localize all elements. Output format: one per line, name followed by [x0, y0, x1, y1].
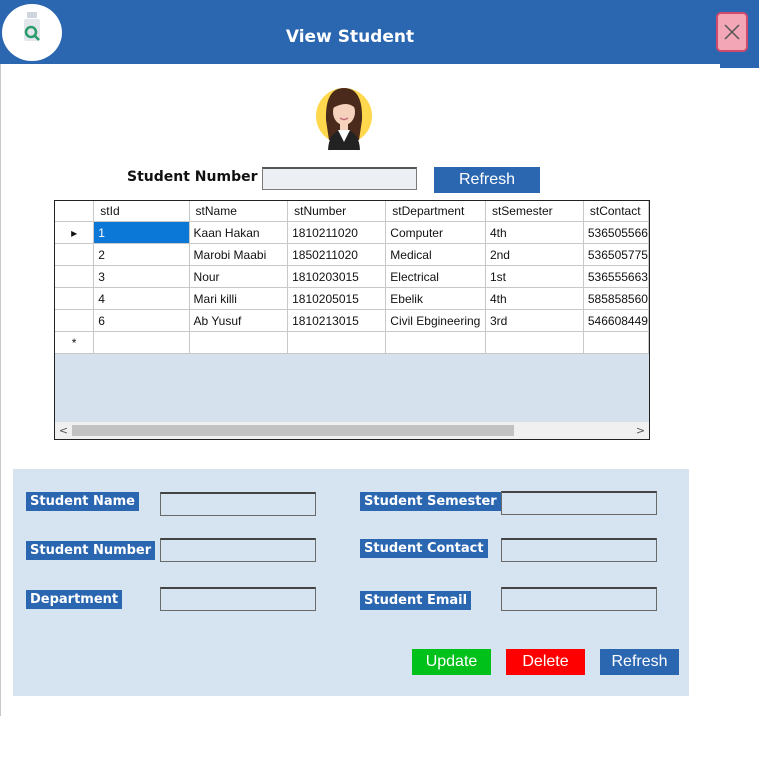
table-row[interactable]: 6 Ab Yusuf 1810213015 Civil Ebgineering … [55, 309, 649, 332]
current-row-indicator[interactable]: ▸ [55, 221, 95, 244]
table-cell[interactable] [287, 331, 387, 354]
table-row[interactable]: 3 Nour 1810203015 Electrical 1st 5365556… [55, 265, 649, 288]
table-cell[interactable]: 1810203015 [287, 265, 387, 288]
table-row[interactable]: 4 Mari killi 1810205015 Ebelik 4th 58585… [55, 287, 649, 310]
table-cell[interactable]: 585858560 [583, 287, 649, 310]
column-header-stdepartment[interactable]: stDepartment [385, 201, 486, 222]
table-cell[interactable]: 536555663 [583, 265, 649, 288]
row-header[interactable] [55, 243, 95, 266]
table-cell[interactable]: 4 [93, 287, 190, 310]
table-cell[interactable]: Electrical [385, 265, 486, 288]
student-search-icon [2, 4, 62, 61]
table-cell[interactable]: 4th [485, 221, 584, 244]
table-cell[interactable]: 1810213015 [287, 309, 387, 332]
student-name-label: Student Name [26, 492, 139, 511]
column-header-stname[interactable]: stName [189, 201, 289, 222]
column-header-stnumber[interactable]: stNumber [287, 201, 387, 222]
new-row-indicator[interactable]: * [55, 331, 95, 354]
grid-corner-cell[interactable] [55, 201, 95, 222]
student-contact-label: Student Contact [360, 539, 488, 558]
student-contact-field[interactable] [501, 538, 657, 562]
department-field[interactable] [160, 587, 316, 611]
column-header-stid[interactable]: stId [93, 201, 190, 222]
table-cell[interactable]: 2 [93, 243, 190, 266]
table-cell[interactable]: 536505566 [583, 221, 649, 244]
table-cell[interactable]: Kaan Hakan [189, 221, 289, 244]
table-cell[interactable]: Marobi Maabi [189, 243, 289, 266]
table-cell[interactable] [583, 331, 649, 354]
table-cell[interactable]: Computer [385, 221, 486, 244]
table-cell[interactable]: 1810205015 [287, 287, 387, 310]
refresh-button[interactable]: Refresh [600, 649, 679, 675]
close-button[interactable] [716, 12, 748, 52]
scroll-left-icon[interactable]: < [55, 422, 72, 439]
student-email-label: Student Email [360, 591, 472, 610]
student-name-field[interactable] [160, 492, 316, 516]
table-cell[interactable] [385, 331, 486, 354]
student-email-field[interactable] [501, 587, 657, 611]
window-border [0, 64, 1, 716]
row-header[interactable] [55, 265, 95, 288]
delete-button[interactable]: Delete [506, 649, 585, 675]
new-row[interactable]: * [55, 331, 649, 354]
table-cell[interactable]: 3rd [485, 309, 584, 332]
table-cell[interactable] [93, 331, 190, 354]
page-title: View Student [285, 27, 415, 47]
table-row[interactable]: ▸ 1 Kaan Hakan 1810211020 Computer 4th 5… [55, 221, 649, 244]
table-cell[interactable]: Ebelik [385, 287, 486, 310]
horizontal-scrollbar[interactable]: < > [55, 422, 649, 439]
table-cell[interactable]: 1850211020 [287, 243, 387, 266]
table-cell[interactable]: 1810211020 [287, 221, 387, 244]
table-cell[interactable]: 1 [93, 221, 190, 244]
table-cell[interactable]: 4th [485, 287, 584, 310]
table-cell[interactable]: Medical [385, 243, 486, 266]
table-cell[interactable]: 546608449 [583, 309, 649, 332]
students-grid[interactable]: stId stName stNumber stDepartment stSeme… [54, 200, 650, 440]
table-cell[interactable]: 2nd [485, 243, 584, 266]
table-row[interactable]: 2 Marobi Maabi 1850211020 Medical 2nd 53… [55, 243, 649, 266]
table-cell[interactable]: Ab Yusuf [189, 309, 289, 332]
department-label: Department [26, 590, 123, 609]
row-header[interactable] [55, 309, 95, 332]
column-header-stsemester[interactable]: stSemester [485, 201, 584, 222]
table-cell[interactable] [189, 331, 289, 354]
scrollbar-thumb[interactable] [72, 425, 514, 436]
table-cell[interactable]: Civil Ebgineering [385, 309, 486, 332]
table-cell[interactable] [485, 331, 584, 354]
table-cell[interactable]: Nour [189, 265, 289, 288]
table-cell[interactable]: 536505775 [583, 243, 649, 266]
update-button[interactable]: Update [412, 649, 491, 675]
column-header-stcontact[interactable]: stContact [583, 201, 649, 222]
scroll-right-icon[interactable]: > [632, 422, 649, 439]
avatar [313, 80, 375, 150]
student-number-search-label: Student Number [127, 169, 258, 185]
close-icon [724, 24, 740, 40]
grid-header-row: stId stName stNumber stDepartment stSeme… [55, 201, 649, 222]
table-cell[interactable]: 1st [485, 265, 584, 288]
student-number-search-input[interactable] [262, 167, 417, 190]
student-number-label: Student Number [26, 541, 156, 560]
student-semester-field[interactable] [501, 491, 657, 515]
search-refresh-button[interactable]: Refresh [434, 167, 540, 193]
table-cell[interactable]: 3 [93, 265, 190, 288]
student-number-field[interactable] [160, 538, 316, 562]
row-header[interactable] [55, 287, 95, 310]
table-cell[interactable]: 6 [93, 309, 190, 332]
table-cell[interactable]: Mari killi [189, 287, 289, 310]
student-semester-label: Student Semester [360, 492, 501, 511]
